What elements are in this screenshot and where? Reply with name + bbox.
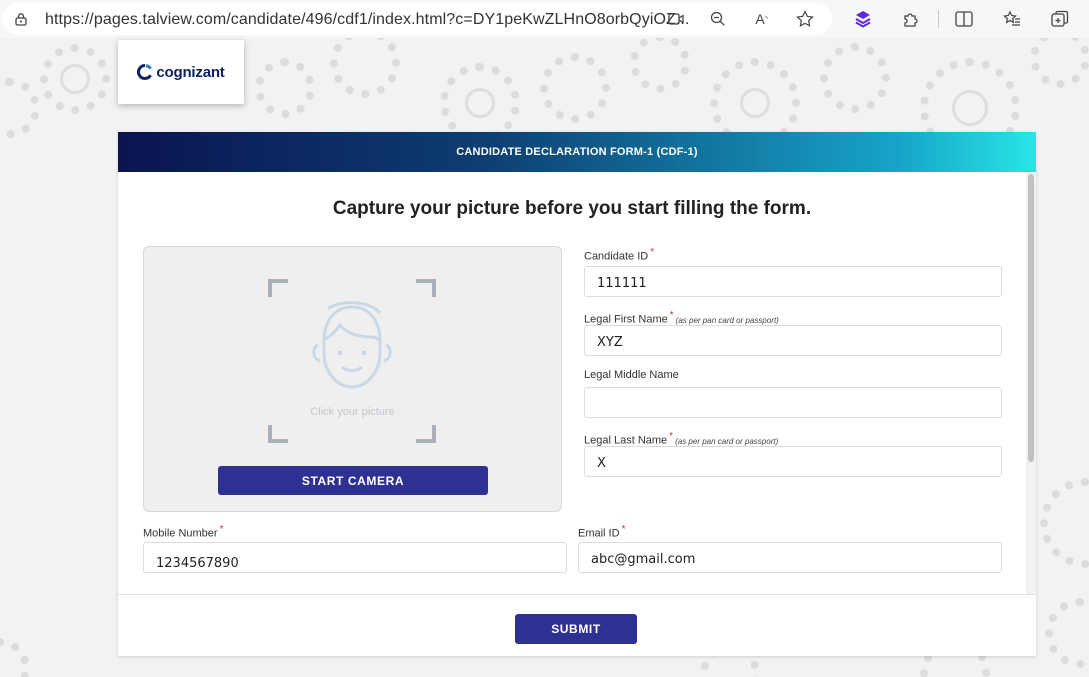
start-camera-button[interactable]: START CAMERA — [218, 466, 488, 495]
gear-decoration-icon — [1040, 478, 1089, 568]
candidate-id-field[interactable]: 111111 — [584, 266, 1002, 297]
form-title: CANDIDATE DECLARATION FORM-1 (CDF-1) — [456, 146, 698, 158]
favorites-list-icon[interactable] — [1001, 8, 1023, 30]
face-placeholder-icon — [312, 301, 392, 389]
cognizant-logo-icon — [137, 64, 153, 80]
required-asterisk: * — [219, 524, 224, 535]
capture-hint: Click your picture — [310, 406, 395, 418]
lock-icon[interactable] — [14, 12, 28, 26]
email-field[interactable]: abc@gmail.com — [578, 542, 1002, 573]
declaration-form-panel: CANDIDATE DECLARATION FORM-1 (CDF-1) Cap… — [118, 132, 1036, 656]
email-label: Email ID * — [578, 524, 626, 540]
submit-button[interactable]: SUBMIT — [515, 614, 637, 644]
browser-toolbar: https://pages.talview.com/candidate/496/… — [0, 0, 1089, 38]
gear-decoration-icon — [60, 64, 90, 94]
page-headline: Capture your picture before you start fi… — [332, 198, 812, 219]
logo-card: cognizant — [118, 40, 244, 104]
last-name-field[interactable]: X — [584, 446, 1002, 477]
gear-decoration-icon — [0, 638, 30, 677]
gear-decoration-icon — [540, 53, 610, 123]
email-value[interactable]: abc@gmail.com — [591, 552, 695, 567]
required-asterisk: * — [650, 247, 655, 258]
gear-decoration-icon — [1030, 38, 1089, 88]
frame-corner — [268, 279, 288, 297]
scrollbar-thumb[interactable] — [1028, 174, 1034, 462]
logo-text: cognizant — [156, 63, 225, 81]
url-text[interactable]: https://pages.talview.com/candidate/496/… — [45, 11, 690, 29]
gear-decoration-icon — [330, 38, 400, 98]
extensions-puzzle-icon[interactable] — [900, 8, 922, 30]
gear-decoration-icon — [255, 58, 315, 118]
toolbar-divider — [938, 10, 939, 28]
form-header: CANDIDATE DECLARATION FORM-1 (CDF-1) — [118, 132, 1036, 172]
last-name-note: (as per pan card or passport) — [675, 436, 779, 446]
gear-decoration-icon — [0, 78, 40, 138]
frame-corner — [416, 425, 436, 443]
gear-decoration-icon — [1045, 598, 1089, 668]
middle-name-label: Legal Middle Name — [584, 369, 679, 381]
required-asterisk: * — [669, 310, 674, 321]
frame-corner — [268, 425, 288, 443]
gear-decoration-icon — [820, 43, 890, 113]
required-asterisk: * — [669, 431, 674, 442]
last-name-value[interactable]: X — [597, 456, 606, 471]
gear-decoration-icon — [465, 88, 495, 118]
zoom-icon[interactable] — [707, 8, 729, 30]
first-name-label: Legal First Name * (as per pan card or pas… — [584, 310, 779, 326]
last-name-label: Legal Last Name * (as per pan card or pass… — [584, 431, 779, 447]
mobile-value[interactable]: 1234567890 — [156, 556, 239, 571]
required-asterisk: * — [621, 524, 626, 535]
mobile-field[interactable]: 1234567890 — [143, 542, 567, 573]
camera-capture-area[interactable]: Click your picture START CAMERA — [143, 246, 562, 512]
gear-decoration-icon — [630, 38, 690, 93]
video-icon[interactable] — [665, 8, 687, 30]
first-name-value[interactable]: XYZ — [597, 335, 623, 350]
gear-decoration-icon — [952, 90, 988, 126]
read-aloud-icon[interactable]: Aᐠ — [751, 8, 773, 30]
footer-divider — [118, 594, 1036, 595]
candidate-id-value[interactable]: 111111 — [597, 276, 647, 291]
collections-icon[interactable] — [1049, 8, 1071, 30]
first-name-note: (as per pan card or passport) — [675, 315, 779, 325]
split-screen-icon[interactable] — [953, 8, 975, 30]
frame-corner — [416, 279, 436, 297]
extension-stack-icon[interactable] — [852, 8, 874, 30]
gear-decoration-icon — [740, 88, 770, 118]
first-name-field[interactable]: XYZ — [584, 325, 1002, 356]
favorite-star-icon[interactable] — [794, 8, 816, 30]
candidate-id-label: Candidate ID * — [584, 247, 655, 263]
middle-name-field[interactable] — [584, 387, 1002, 418]
mobile-label: Mobile Number * — [143, 524, 224, 540]
